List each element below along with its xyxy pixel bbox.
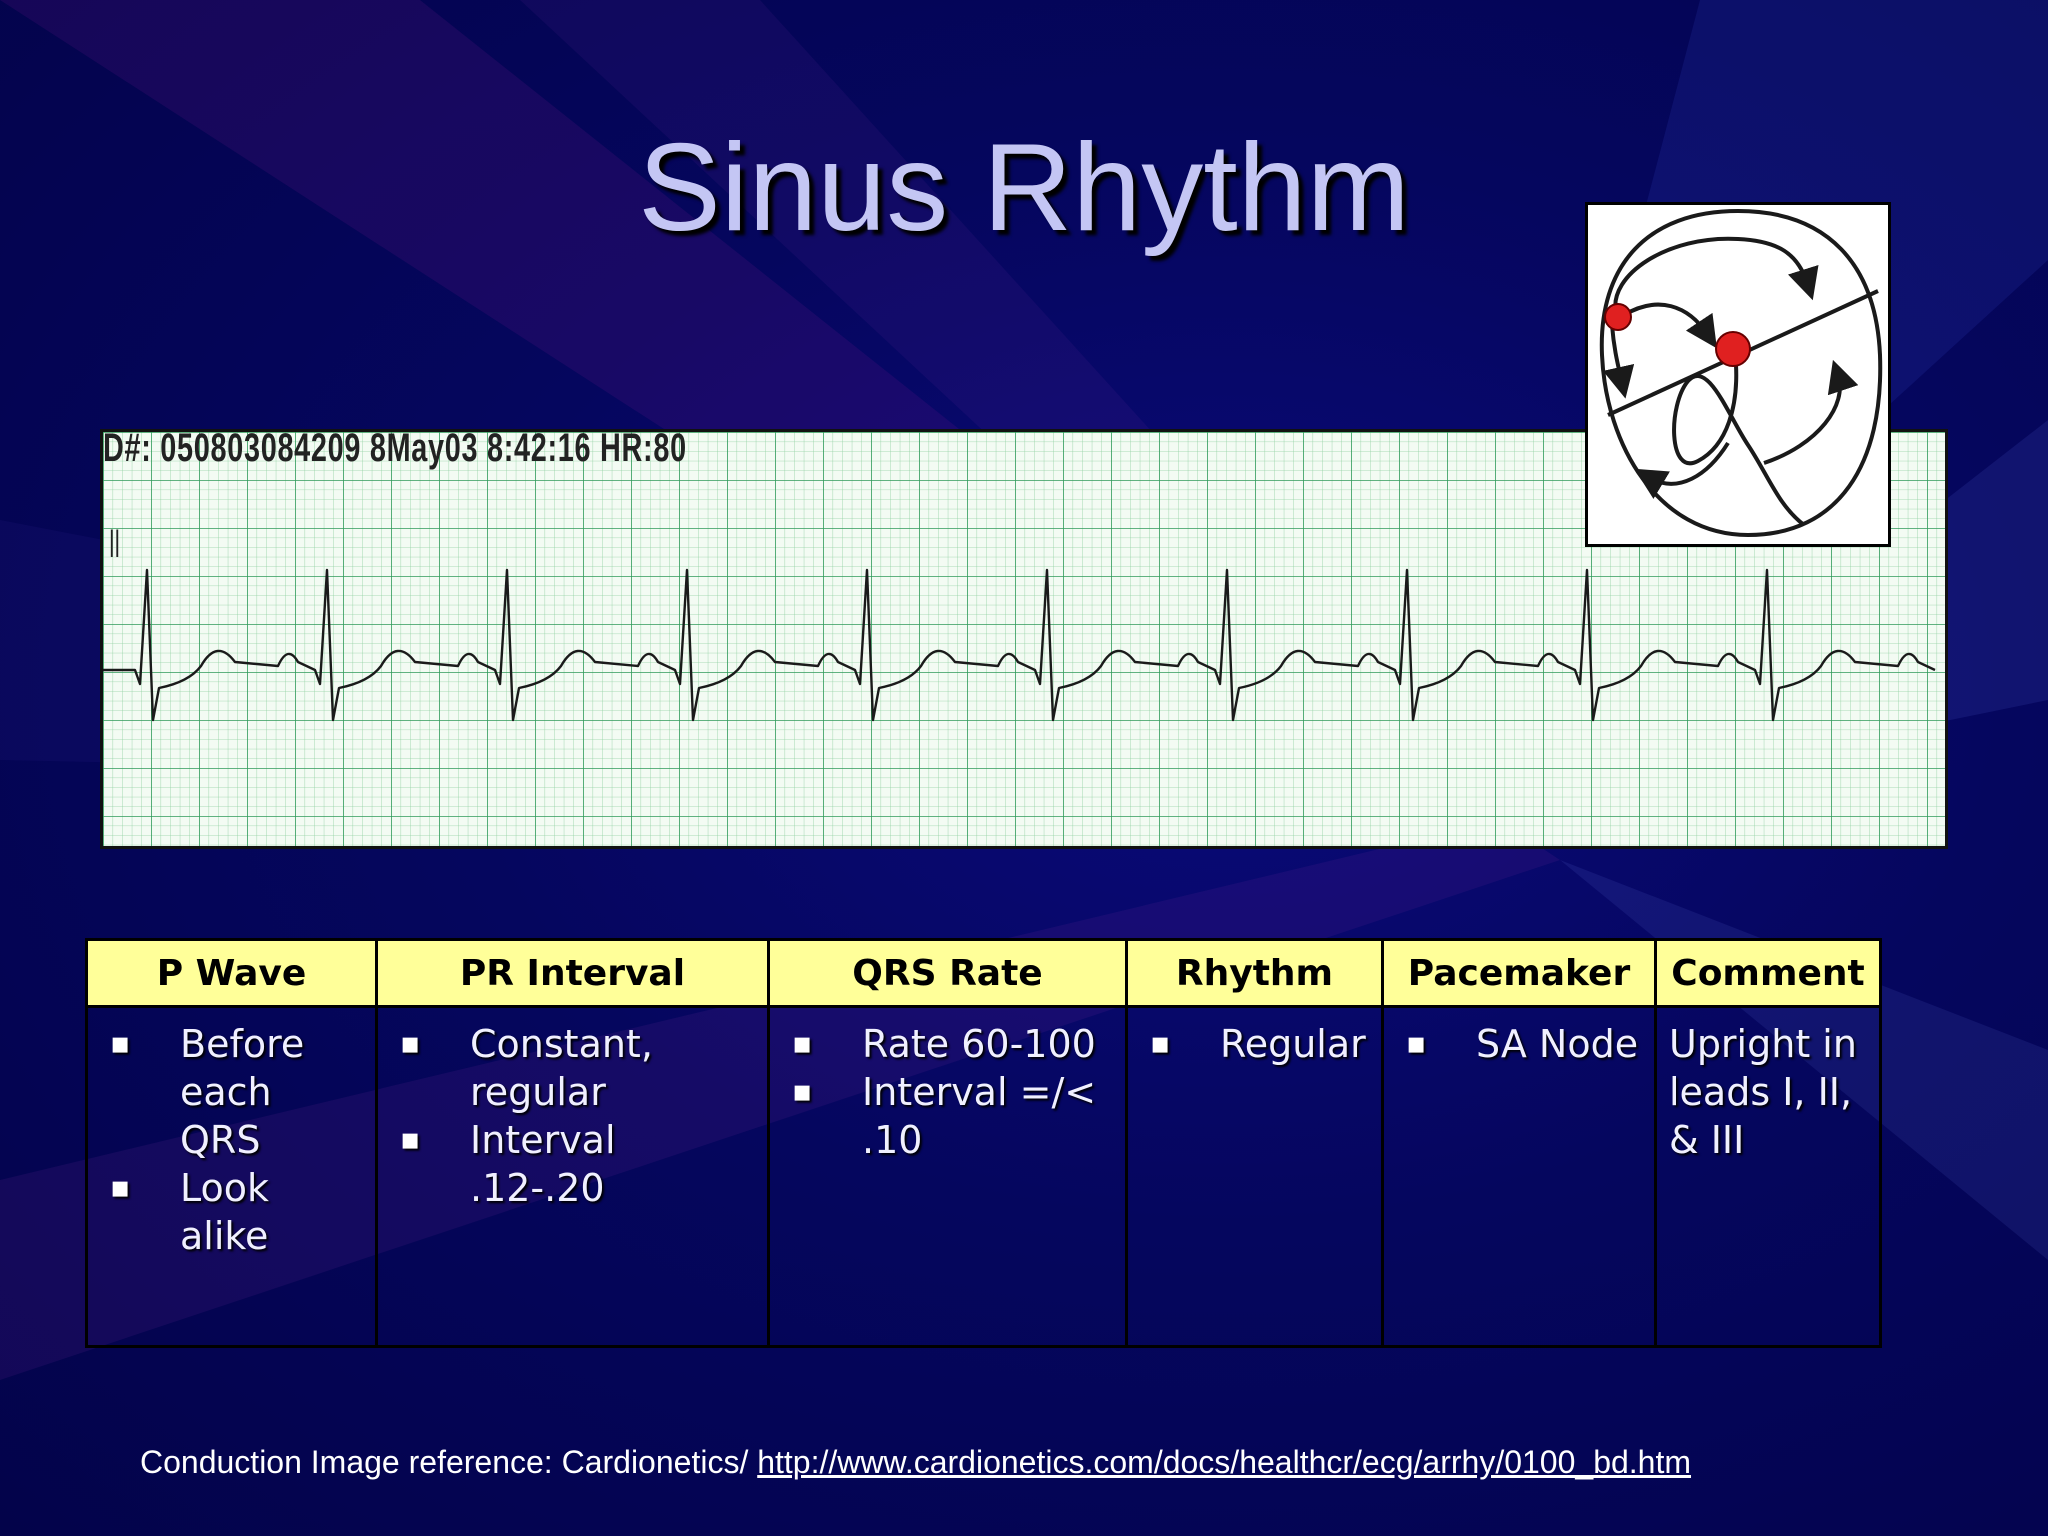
header-pacemaker: Pacemaker bbox=[1381, 938, 1657, 1008]
list-item: Look alike bbox=[100, 1164, 363, 1260]
list-item: Constant, regular bbox=[390, 1020, 755, 1116]
header-p-wave: P Wave bbox=[85, 938, 378, 1008]
cell-comment: Upright in leads I, II, & III bbox=[1654, 1005, 1882, 1348]
sa-node-dot bbox=[1604, 303, 1632, 331]
conduction-diagram bbox=[1585, 202, 1891, 547]
table-header-row: P Wave PR Interval QRS Rate Rhythm Pacem… bbox=[85, 938, 1882, 1008]
header-rhythm: Rhythm bbox=[1125, 938, 1384, 1008]
table-row: Before each QRS Look alike Constant, reg… bbox=[85, 1005, 1882, 1348]
header-comment: Comment bbox=[1654, 938, 1882, 1008]
av-node-dot bbox=[1715, 331, 1751, 367]
cell-pr-interval: Constant, regular Interval .12-.20 bbox=[375, 1005, 770, 1348]
list-item: SA Node bbox=[1396, 1020, 1642, 1068]
footer-reference: Conduction Image reference: Cardionetics… bbox=[140, 1444, 1691, 1481]
header-qrs-rate: QRS Rate bbox=[767, 938, 1128, 1008]
reference-link[interactable]: http://www.cardionetics.com/docs/healthc… bbox=[757, 1444, 1691, 1480]
reference-prefix: Conduction Image reference: Cardionetics… bbox=[140, 1444, 758, 1480]
heart-conduction-icon bbox=[1599, 208, 1883, 538]
cell-qrs-rate: Rate 60-100 Interval =/< .10 bbox=[767, 1005, 1128, 1348]
list-item: Rate 60-100 bbox=[782, 1020, 1113, 1068]
cell-rhythm: Regular bbox=[1125, 1005, 1384, 1348]
rhythm-criteria-table: P Wave PR Interval QRS Rate Rhythm Pacem… bbox=[85, 938, 1882, 1348]
list-item: Before each QRS bbox=[100, 1020, 363, 1164]
cell-pacemaker: SA Node bbox=[1381, 1005, 1657, 1348]
list-item: Interval .12-.20 bbox=[390, 1116, 755, 1212]
list-item: Regular bbox=[1140, 1020, 1369, 1068]
header-pr-interval: PR Interval bbox=[375, 938, 770, 1008]
list-item: Interval =/< .10 bbox=[782, 1068, 1113, 1164]
ecg-lead-label: II bbox=[109, 522, 121, 566]
ecg-header-text: D#: 050803084209 8May03 8:42:16 HR:80 bbox=[103, 429, 687, 470]
cell-p-wave: Before each QRS Look alike bbox=[85, 1005, 378, 1348]
